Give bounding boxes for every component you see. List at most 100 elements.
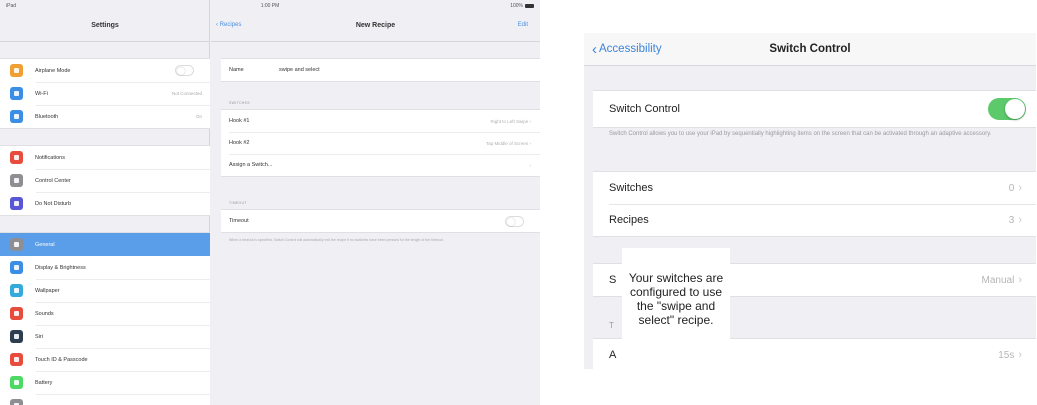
battery-icon — [10, 376, 23, 389]
scanning-style-value: Manual › — [981, 274, 1022, 286]
settings-item-wifi[interactable]: Wi-Fi Not Connected — [0, 82, 210, 105]
switch-control-label: Switch Control — [609, 103, 680, 115]
chevron-right-icon: › — [1018, 214, 1022, 226]
recipe-name-value: swipe and select — [279, 67, 320, 73]
settings-title: Settings — [91, 22, 119, 29]
assign-switch-label: Assign a Switch... — [229, 162, 273, 168]
chevron-right-icon: › — [529, 162, 532, 168]
assign-switch-row[interactable]: Assign a Switch... › — [221, 154, 540, 176]
settings-item-airplane-mode[interactable]: Airplane Mode — [0, 59, 210, 82]
timing-value: 15s › — [998, 349, 1022, 361]
hook-label: Hook #2 — [229, 140, 250, 146]
settings-item-sounds[interactable]: Sounds — [0, 302, 210, 325]
hook-action: Tap Middle of Screen › — [485, 140, 531, 146]
settings-item-notifications[interactable]: Notifications — [0, 146, 210, 169]
partial-row-label: A — [609, 349, 617, 361]
gear-icon — [10, 238, 23, 251]
status-bar: iPad 1:00 PM 100% — [0, 0, 540, 12]
timeout-label: Timeout — [229, 218, 249, 224]
settings-item-label: Touch ID & Passcode — [35, 356, 88, 363]
timeout-toggle[interactable] — [505, 215, 524, 227]
settings-item-privacy[interactable] — [0, 394, 210, 405]
settings-item-label: Display & Brightness — [35, 264, 86, 271]
privacy-icon — [10, 399, 23, 405]
hook-label: Hook #1 — [229, 118, 250, 124]
chevron-right-icon: › — [1018, 182, 1022, 194]
recipe-name-field[interactable]: Name swipe and select — [221, 59, 540, 81]
settings-item-label: Control Center — [35, 177, 71, 184]
settings-item-wallpaper[interactable]: Wallpaper — [0, 279, 210, 302]
wifi-status: Not Connected — [171, 91, 202, 96]
timeout-row[interactable]: Timeout — [221, 210, 540, 232]
settings-item-touch-id[interactable]: Touch ID & Passcode — [0, 348, 210, 371]
timeout-group: Timeout — [221, 209, 540, 233]
recipe-name-group: Name swipe and select — [221, 58, 540, 82]
fingerprint-icon — [10, 353, 23, 366]
settings-group-connectivity: Airplane Mode Wi-Fi Not Connected Blueto… — [0, 58, 210, 129]
settings-item-label: Airplane Mode — [35, 67, 71, 74]
settings-item-label: Notifications — [35, 154, 65, 161]
partial-section-header: T — [609, 321, 614, 330]
new-recipe-title: New Recipe — [355, 22, 396, 29]
status-time: 1:00 PM — [260, 3, 280, 9]
airplane-mode-toggle[interactable] — [175, 65, 194, 76]
bluetooth-status: On — [195, 114, 202, 119]
hook-1-row[interactable]: Hook #1 Right to Left Swipe › — [221, 110, 540, 132]
recipes-label: Recipes — [609, 214, 649, 226]
switch-control-nav-bar: ‹ Accessibility Switch Control — [584, 33, 1036, 66]
settings-group-notifications: Notifications Control Center Do Not Dist… — [0, 145, 210, 216]
wallpaper-icon — [10, 284, 23, 297]
switches-row[interactable]: Switches 0 › — [593, 172, 1036, 204]
speaker-icon — [10, 307, 23, 320]
brightness-icon — [10, 261, 23, 274]
switch-control-toggle-row: Switch Control — [593, 91, 1036, 127]
settings-item-label: Siri — [35, 333, 43, 340]
recipes-row[interactable]: Recipes 3 › — [593, 204, 1036, 236]
recipes-count: 3 › — [1008, 214, 1022, 226]
switches-count: 0 › — [1008, 182, 1022, 194]
divider — [211, 41, 540, 42]
new-recipe-detail-column: ‹ Recipes New Recipe Edit Name swipe and… — [211, 0, 540, 405]
wifi-icon — [10, 87, 23, 100]
switches-label: Switches — [609, 182, 654, 194]
control-center-icon — [10, 174, 23, 187]
divider — [0, 41, 210, 42]
switch-control-toggle[interactable] — [988, 98, 1026, 120]
hook-2-row[interactable]: Hook #2 Tap Middle of Screen › — [221, 132, 540, 154]
settings-item-control-center[interactable]: Control Center — [0, 169, 210, 192]
battery-status: 100% — [510, 3, 534, 9]
switch-control-title: Switch Control — [769, 43, 851, 55]
airplane-icon — [10, 64, 23, 77]
timeout-footer-text: When a timeout is specified, Switch Cont… — [229, 238, 444, 242]
chevron-right-icon: › — [1018, 349, 1022, 361]
partial-row-label: S — [609, 274, 617, 286]
switch-control-toggle-group: Switch Control — [593, 90, 1036, 128]
edit-button[interactable]: Edit — [518, 22, 528, 28]
settings-item-label: Bluetooth — [35, 113, 59, 120]
siri-icon — [10, 330, 23, 343]
name-label: Name — [229, 67, 244, 73]
settings-item-label: Battery — [35, 379, 53, 386]
bluetooth-icon — [10, 110, 23, 123]
settings-item-general[interactable]: General — [0, 233, 210, 256]
switches-group: Hook #1 Right to Left Swipe › Hook #2 Ta… — [221, 109, 540, 177]
settings-group-general: General Display & Brightness Wallpaper S… — [0, 232, 210, 405]
hook-action: Right to Left Swipe › — [490, 118, 531, 124]
battery-icon — [525, 4, 534, 8]
settings-item-do-not-disturb[interactable]: Do Not Disturb — [0, 192, 210, 215]
settings-item-label: Sounds — [35, 310, 54, 317]
ipad-settings-screenshot: Settings Airplane Mode Wi-Fi Not Connect… — [0, 0, 540, 405]
settings-item-display-brightness[interactable]: Display & Brightness — [0, 256, 210, 279]
settings-item-label: Wi-Fi — [35, 90, 48, 97]
moon-icon — [10, 197, 23, 210]
timeout-section-header: TIMEOUT — [229, 201, 247, 205]
settings-item-battery[interactable]: Battery — [0, 371, 210, 394]
recipe-tooltip: Your switches are configured to use the … — [622, 248, 730, 349]
settings-item-bluetooth[interactable]: Bluetooth On — [0, 105, 210, 128]
settings-item-label: Wallpaper — [35, 287, 60, 294]
settings-item-siri[interactable]: Siri — [0, 325, 210, 348]
settings-master-column: Settings Airplane Mode Wi-Fi Not Connect… — [0, 0, 210, 405]
switch-control-description: Switch Control allows you to use your iP… — [609, 131, 992, 137]
switches-recipes-group: Switches 0 › Recipes 3 › — [593, 171, 1036, 237]
settings-item-label: General — [35, 241, 55, 248]
